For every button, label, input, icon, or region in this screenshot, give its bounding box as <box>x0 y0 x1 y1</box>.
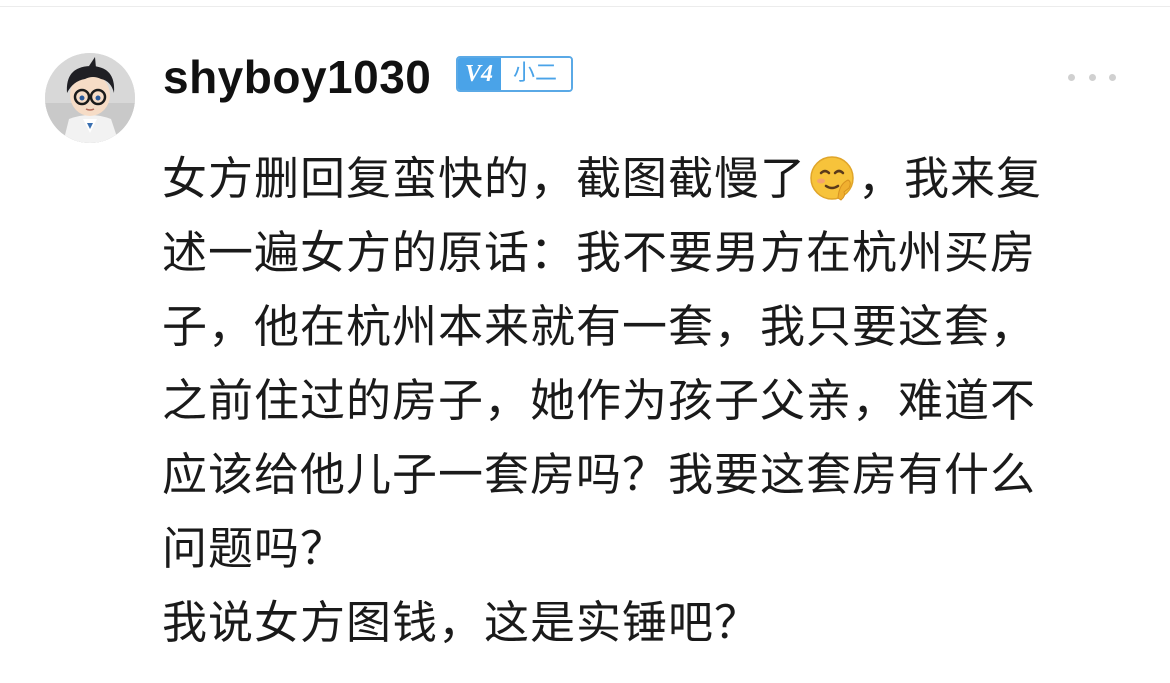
username[interactable]: shyboy1030 <box>163 50 431 104</box>
comment-page: shyboy1030 V4 小二 女方删回复蛮快的，截图截慢了 ，我来复 述一遍… <box>0 0 1170 683</box>
shushing-face-emoji <box>810 156 854 201</box>
comment-line: 应该给他儿子一套房吗？我要这套房有什么 <box>162 448 1037 501</box>
more-dot <box>1068 73 1075 81</box>
more-dot <box>1109 73 1116 81</box>
level-title: 小二 <box>501 58 572 90</box>
comment-line: 问题吗？ <box>162 522 347 575</box>
more-horizontal-icon[interactable] <box>1068 66 1116 88</box>
top-divider <box>0 6 1170 7</box>
comment-line-text: 女方删回复蛮快的，截图截慢了 <box>162 152 807 205</box>
comment-line: 子，他在杭州本来就有一套，我只要这套， <box>162 300 1037 353</box>
comment-text: 女方删回复蛮快的，截图截慢了 ，我来复 述一遍女方的原话：我不要男方在杭州买房 … <box>162 142 1122 660</box>
comment-line: 述一遍女方的原话：我不要男方在杭州买房 <box>162 226 1037 279</box>
comment-line: 我说女方图钱，这是实锤吧？ <box>162 596 761 649</box>
more-dot <box>1088 73 1096 81</box>
level-badge: V4 小二 <box>456 56 574 92</box>
level-number: V4 <box>458 58 502 90</box>
comment-line-text: ，我来复 <box>858 152 1043 205</box>
avatar[interactable] <box>45 53 135 143</box>
avatar-image <box>45 53 135 143</box>
comment-line: 女方删回复蛮快的，截图截慢了 ，我来复 <box>162 142 1122 216</box>
comment-line: 之前住过的房子，她作为孩子父亲，难道不 <box>162 374 1037 427</box>
